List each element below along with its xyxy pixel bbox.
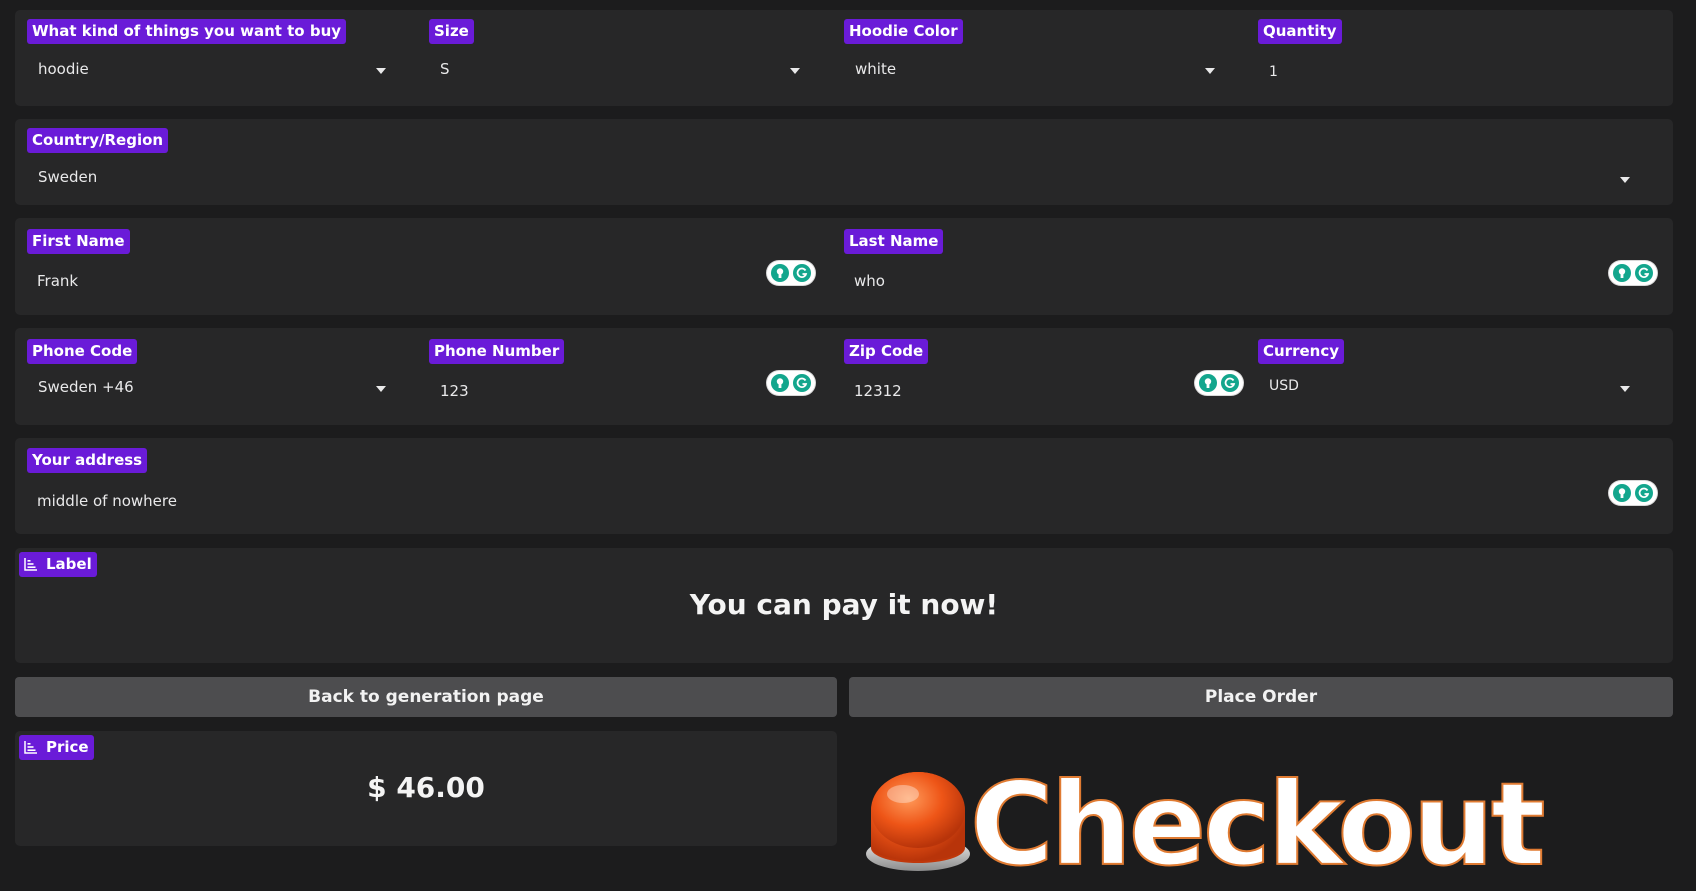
first-name-field[interactable]: First Name Frank: [15, 218, 819, 315]
first-name-value: Frank: [37, 272, 79, 290]
zip-code-value: 12312: [854, 382, 902, 400]
grammarly-icon[interactable]: [767, 371, 815, 395]
checkout-text: Checkout: [969, 760, 1546, 891]
country-panel: Country/Region Sweden: [15, 119, 1673, 205]
name-panel: First Name Frank Last Name who: [15, 218, 1673, 315]
product-options-panel: What kind of things you want to buy hood…: [15, 10, 1673, 106]
address-label: Your address: [27, 448, 148, 473]
checkout-image[interactable]: Checkout: [860, 760, 1580, 891]
zip-code-field[interactable]: Zip Code 12312: [844, 328, 1243, 425]
phone-number-label: Phone Number: [429, 339, 565, 364]
status-message: You can pay it now!: [689, 588, 999, 621]
grammarly-icon[interactable]: [1609, 481, 1657, 505]
address-panel: Your address middle of nowhere: [15, 438, 1673, 534]
zip-code-label: Zip Code: [844, 339, 929, 364]
chevron-down-icon[interactable]: [1620, 386, 1630, 392]
currency-label: Currency: [1258, 339, 1345, 364]
item-type-label: What kind of things you want to buy: [27, 19, 347, 44]
phone-number-value: 123: [440, 382, 469, 400]
hoodie-color-label: Hoodie Color: [844, 19, 963, 44]
item-type-dropdown[interactable]: What kind of things you want to buy hood…: [15, 10, 405, 106]
currency-dropdown[interactable]: Currency USD: [1258, 328, 1673, 425]
red-button-icon: [866, 772, 970, 871]
address-value: middle of nowhere: [37, 492, 177, 510]
contact-panel: Phone Code Sweden +46 Phone Number 123 Z…: [15, 328, 1673, 425]
country-value: Sweden: [38, 168, 98, 186]
quantity-input[interactable]: Quantity 1: [1258, 10, 1658, 106]
first-name-label: First Name: [27, 229, 130, 254]
currency-value: USD: [1269, 378, 1299, 394]
price-label-chip: Price: [19, 735, 94, 760]
size-value: S: [440, 60, 450, 78]
grammarly-icon[interactable]: [1609, 261, 1657, 285]
chevron-down-icon[interactable]: [1620, 177, 1630, 183]
price-label-text: Price: [46, 738, 89, 756]
last-name-field[interactable]: Last Name who: [844, 218, 1673, 315]
chevron-down-icon[interactable]: [1205, 68, 1215, 74]
hoodie-color-dropdown[interactable]: Hoodie Color white: [844, 10, 1234, 106]
quantity-value: 1: [1269, 64, 1278, 80]
hoodie-color-value: white: [855, 60, 897, 78]
item-type-value: hoodie: [38, 60, 89, 78]
grammarly-icon[interactable]: [767, 261, 815, 285]
chevron-down-icon[interactable]: [376, 68, 386, 74]
bar-chart-icon: [24, 558, 37, 571]
grammarly-icon[interactable]: [1195, 371, 1243, 395]
price-panel: Price $ 46.00: [15, 731, 837, 846]
status-label-chip: Label: [19, 552, 97, 577]
chevron-down-icon[interactable]: [790, 68, 800, 74]
size-label: Size: [429, 19, 474, 44]
price-value: $ 46.00: [367, 771, 485, 804]
bar-chart-icon: [24, 741, 37, 754]
place-order-button[interactable]: Place Order: [849, 677, 1673, 717]
status-label-panel: Label You can pay it now!: [15, 548, 1673, 663]
last-name-value: who: [854, 272, 885, 290]
back-to-generation-button[interactable]: Back to generation page: [15, 677, 837, 717]
status-label-text: Label: [46, 555, 92, 573]
country-label: Country/Region: [27, 128, 169, 153]
country-dropdown[interactable]: Country/Region Sweden: [15, 119, 1673, 205]
phone-number-field[interactable]: Phone Number 123: [429, 328, 819, 425]
chevron-down-icon[interactable]: [376, 386, 386, 392]
address-field[interactable]: Your address middle of nowhere: [15, 438, 1673, 534]
last-name-label: Last Name: [844, 229, 944, 254]
phone-code-value: Sweden +46: [38, 378, 134, 396]
size-dropdown[interactable]: Size S: [429, 10, 819, 106]
phone-code-label: Phone Code: [27, 339, 138, 364]
phone-code-dropdown[interactable]: Phone Code Sweden +46: [15, 328, 405, 425]
quantity-label: Quantity: [1258, 19, 1342, 44]
